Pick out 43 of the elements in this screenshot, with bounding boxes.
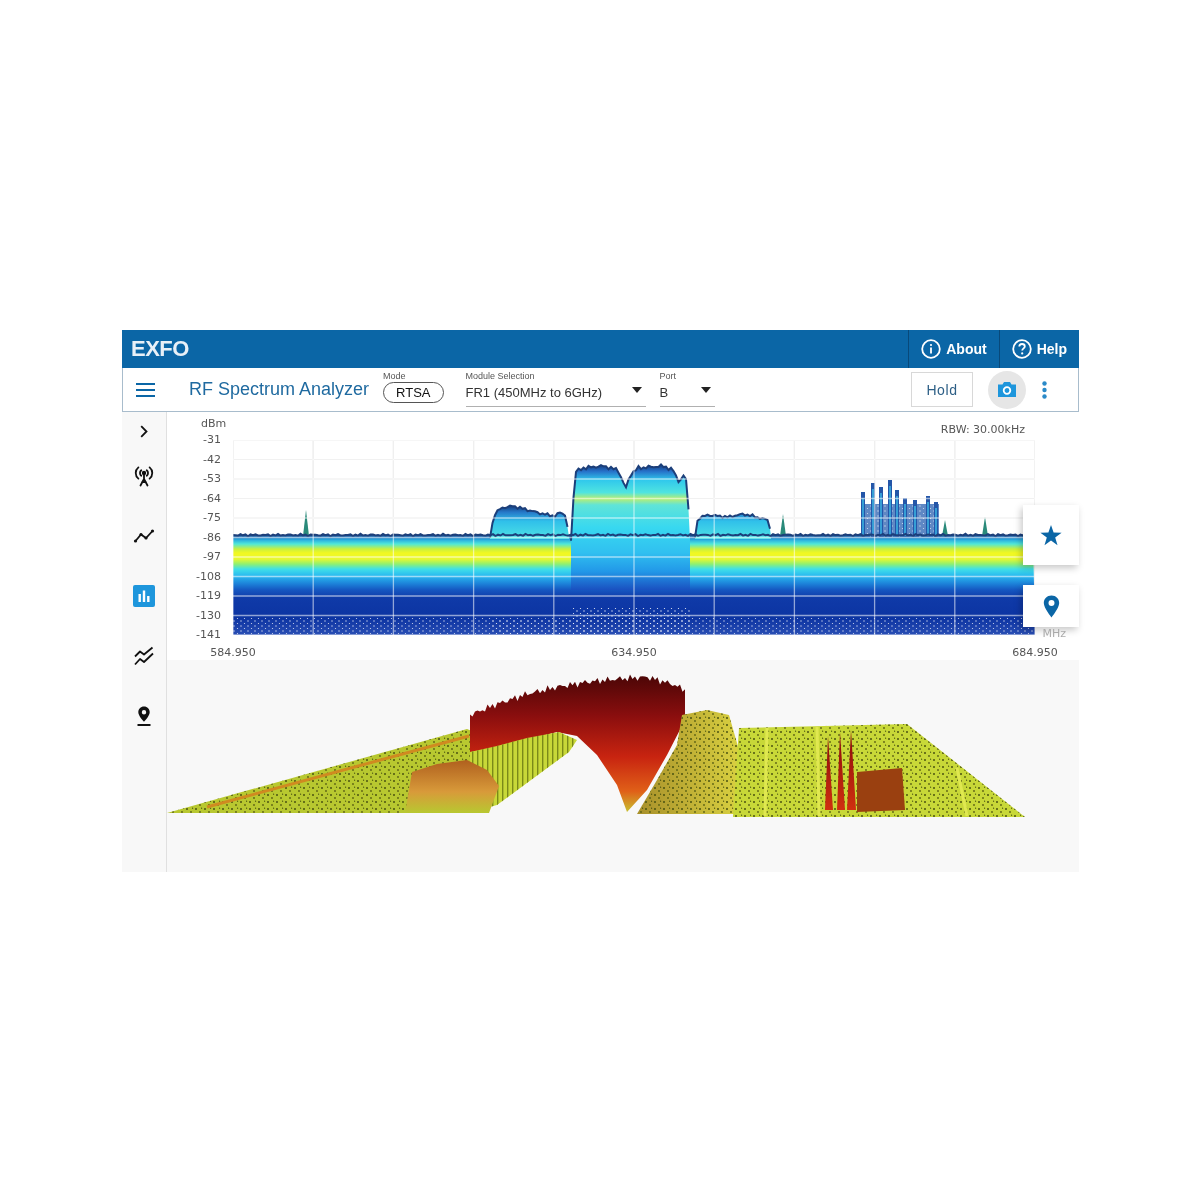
field-label: Module Selection — [465, 371, 536, 381]
y-axis-label: -31 — [203, 432, 221, 448]
module-select[interactable]: FR1 (450MHz to 6GHz) — [465, 381, 646, 407]
help-icon — [1011, 339, 1032, 359]
dual-line-chart-icon — [133, 645, 155, 667]
port-select[interactable]: B — [659, 381, 715, 407]
rbw-readout: RBW: 30.00kHz — [940, 424, 1025, 436]
y-axis-label: -130 — [196, 607, 221, 624]
app-title: RF Spectrum Analyzer — [189, 379, 370, 400]
x-axis-label: 584.950 — [209, 644, 257, 660]
screenshot-button[interactable] — [988, 370, 1026, 409]
star-icon — [1040, 524, 1062, 546]
caret-icon — [700, 387, 711, 393]
y-axis-label: -141 — [196, 627, 221, 643]
mode-toggle[interactable]: RTSA — [383, 382, 444, 403]
y-axis-label: -53 — [203, 471, 221, 487]
y-axis-label: -119 — [196, 588, 221, 604]
y-axis-label: -75 — [203, 510, 221, 526]
x-axis-label: 634.950 — [610, 644, 658, 660]
y-axis-label: -64 — [203, 490, 221, 507]
map-pin-icon — [1042, 594, 1060, 618]
brand-logo: EXFO — [130, 336, 189, 362]
favorite-button[interactable] — [1023, 505, 1079, 565]
bar-chart-icon — [133, 585, 155, 607]
caret-icon — [631, 387, 642, 393]
y-axis-label: -86 — [203, 529, 221, 546]
axis-unit-label: dBm — [201, 418, 227, 430]
camera-icon — [997, 381, 1017, 398]
y-axis-label: -42 — [203, 451, 221, 468]
more-options-icon — [1041, 380, 1047, 399]
menu-button[interactable] — [136, 382, 155, 397]
info-icon — [921, 339, 942, 359]
antenna-icon — [133, 465, 155, 487]
hold-button[interactable]: Hold — [911, 372, 973, 407]
y-axis-label: -97 — [203, 549, 221, 565]
marker-button[interactable] — [1023, 585, 1079, 627]
field-label: Port — [659, 371, 677, 381]
axis-unit-label: MHz — [1042, 628, 1066, 640]
y-axis-label: -108 — [196, 568, 221, 585]
field-label: Mode — [383, 371, 407, 381]
chevron-right-icon — [140, 424, 148, 438]
x-axis-label: 684.950 — [1011, 644, 1059, 660]
menu-icon — [136, 382, 155, 397]
